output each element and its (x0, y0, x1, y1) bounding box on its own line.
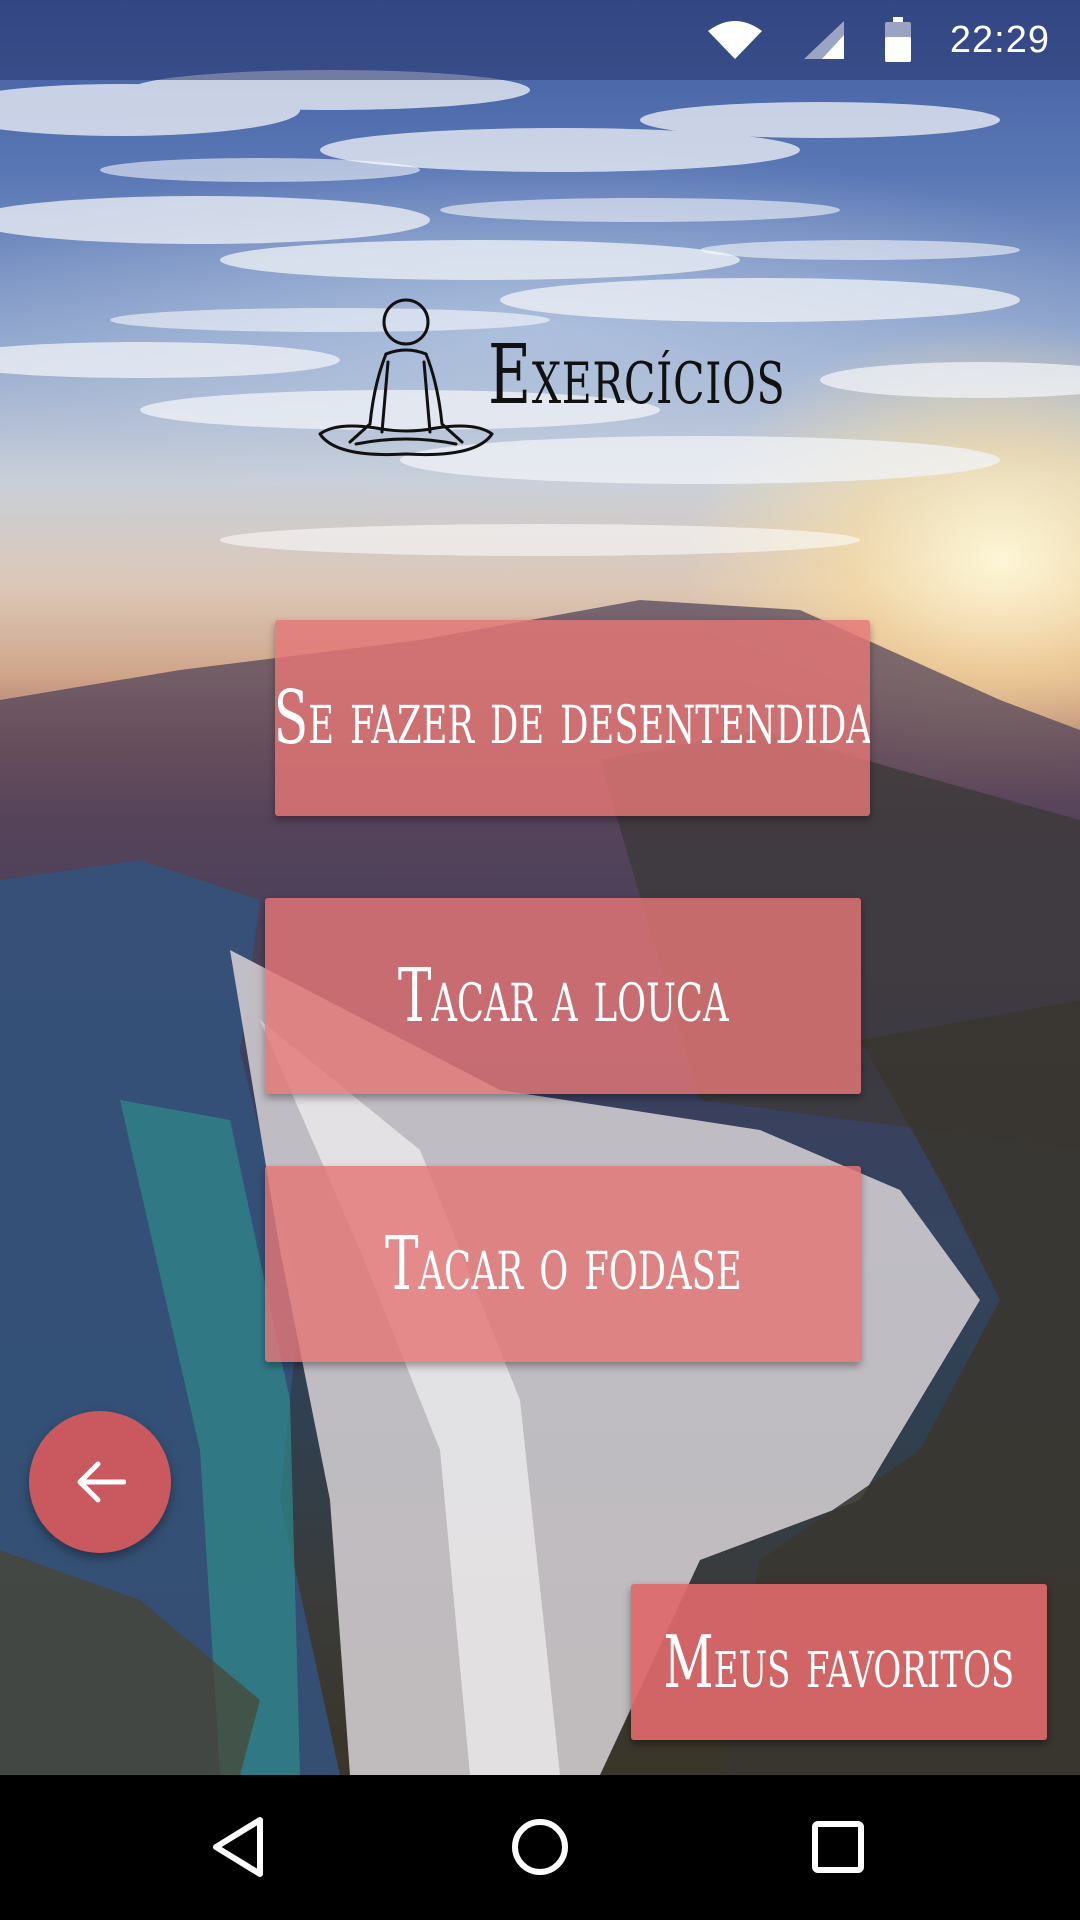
system-nav-bar (0, 1775, 1080, 1920)
app-screen: 22:29 Exercícios Se fazer de desentendid… (0, 0, 1080, 1920)
page-header: Exercícios (310, 290, 785, 470)
favorites-button[interactable]: Meus favoritos (631, 1584, 1047, 1740)
exercise-button-tacar-fodase[interactable]: Tacar o fodase (265, 1166, 861, 1362)
nav-back-button[interactable] (198, 1807, 278, 1887)
favorites-button-label: Meus favoritos (663, 1620, 1015, 1704)
nav-home-icon (512, 1819, 568, 1875)
back-fab-button[interactable] (29, 1411, 171, 1553)
meditation-icon (318, 298, 494, 457)
status-icons: 22:29 (706, 0, 1050, 80)
wifi-icon (707, 21, 762, 59)
nav-back-icon (213, 1817, 263, 1877)
battery-icon (884, 17, 911, 62)
nav-home-button[interactable] (500, 1807, 580, 1887)
exercise-button-label: Tacar a louca (397, 953, 729, 1039)
status-time: 22:29 (949, 18, 1050, 61)
status-bar: 22:29 (0, 0, 1080, 80)
exercise-button-desentendida[interactable]: Se fazer de desentendida (275, 620, 870, 816)
page-title: Exercícios (488, 328, 786, 423)
exercise-button-tacar-louca[interactable]: Tacar a louca (265, 898, 861, 1094)
arrow-left-icon (77, 1461, 126, 1503)
signal-icon (803, 21, 844, 59)
exercise-button-label: Tacar o fodase (384, 1221, 742, 1307)
nav-recents-button[interactable] (798, 1807, 878, 1887)
exercise-button-label: Se fazer de desentendida (275, 675, 870, 761)
nav-recents-icon (812, 1821, 864, 1873)
